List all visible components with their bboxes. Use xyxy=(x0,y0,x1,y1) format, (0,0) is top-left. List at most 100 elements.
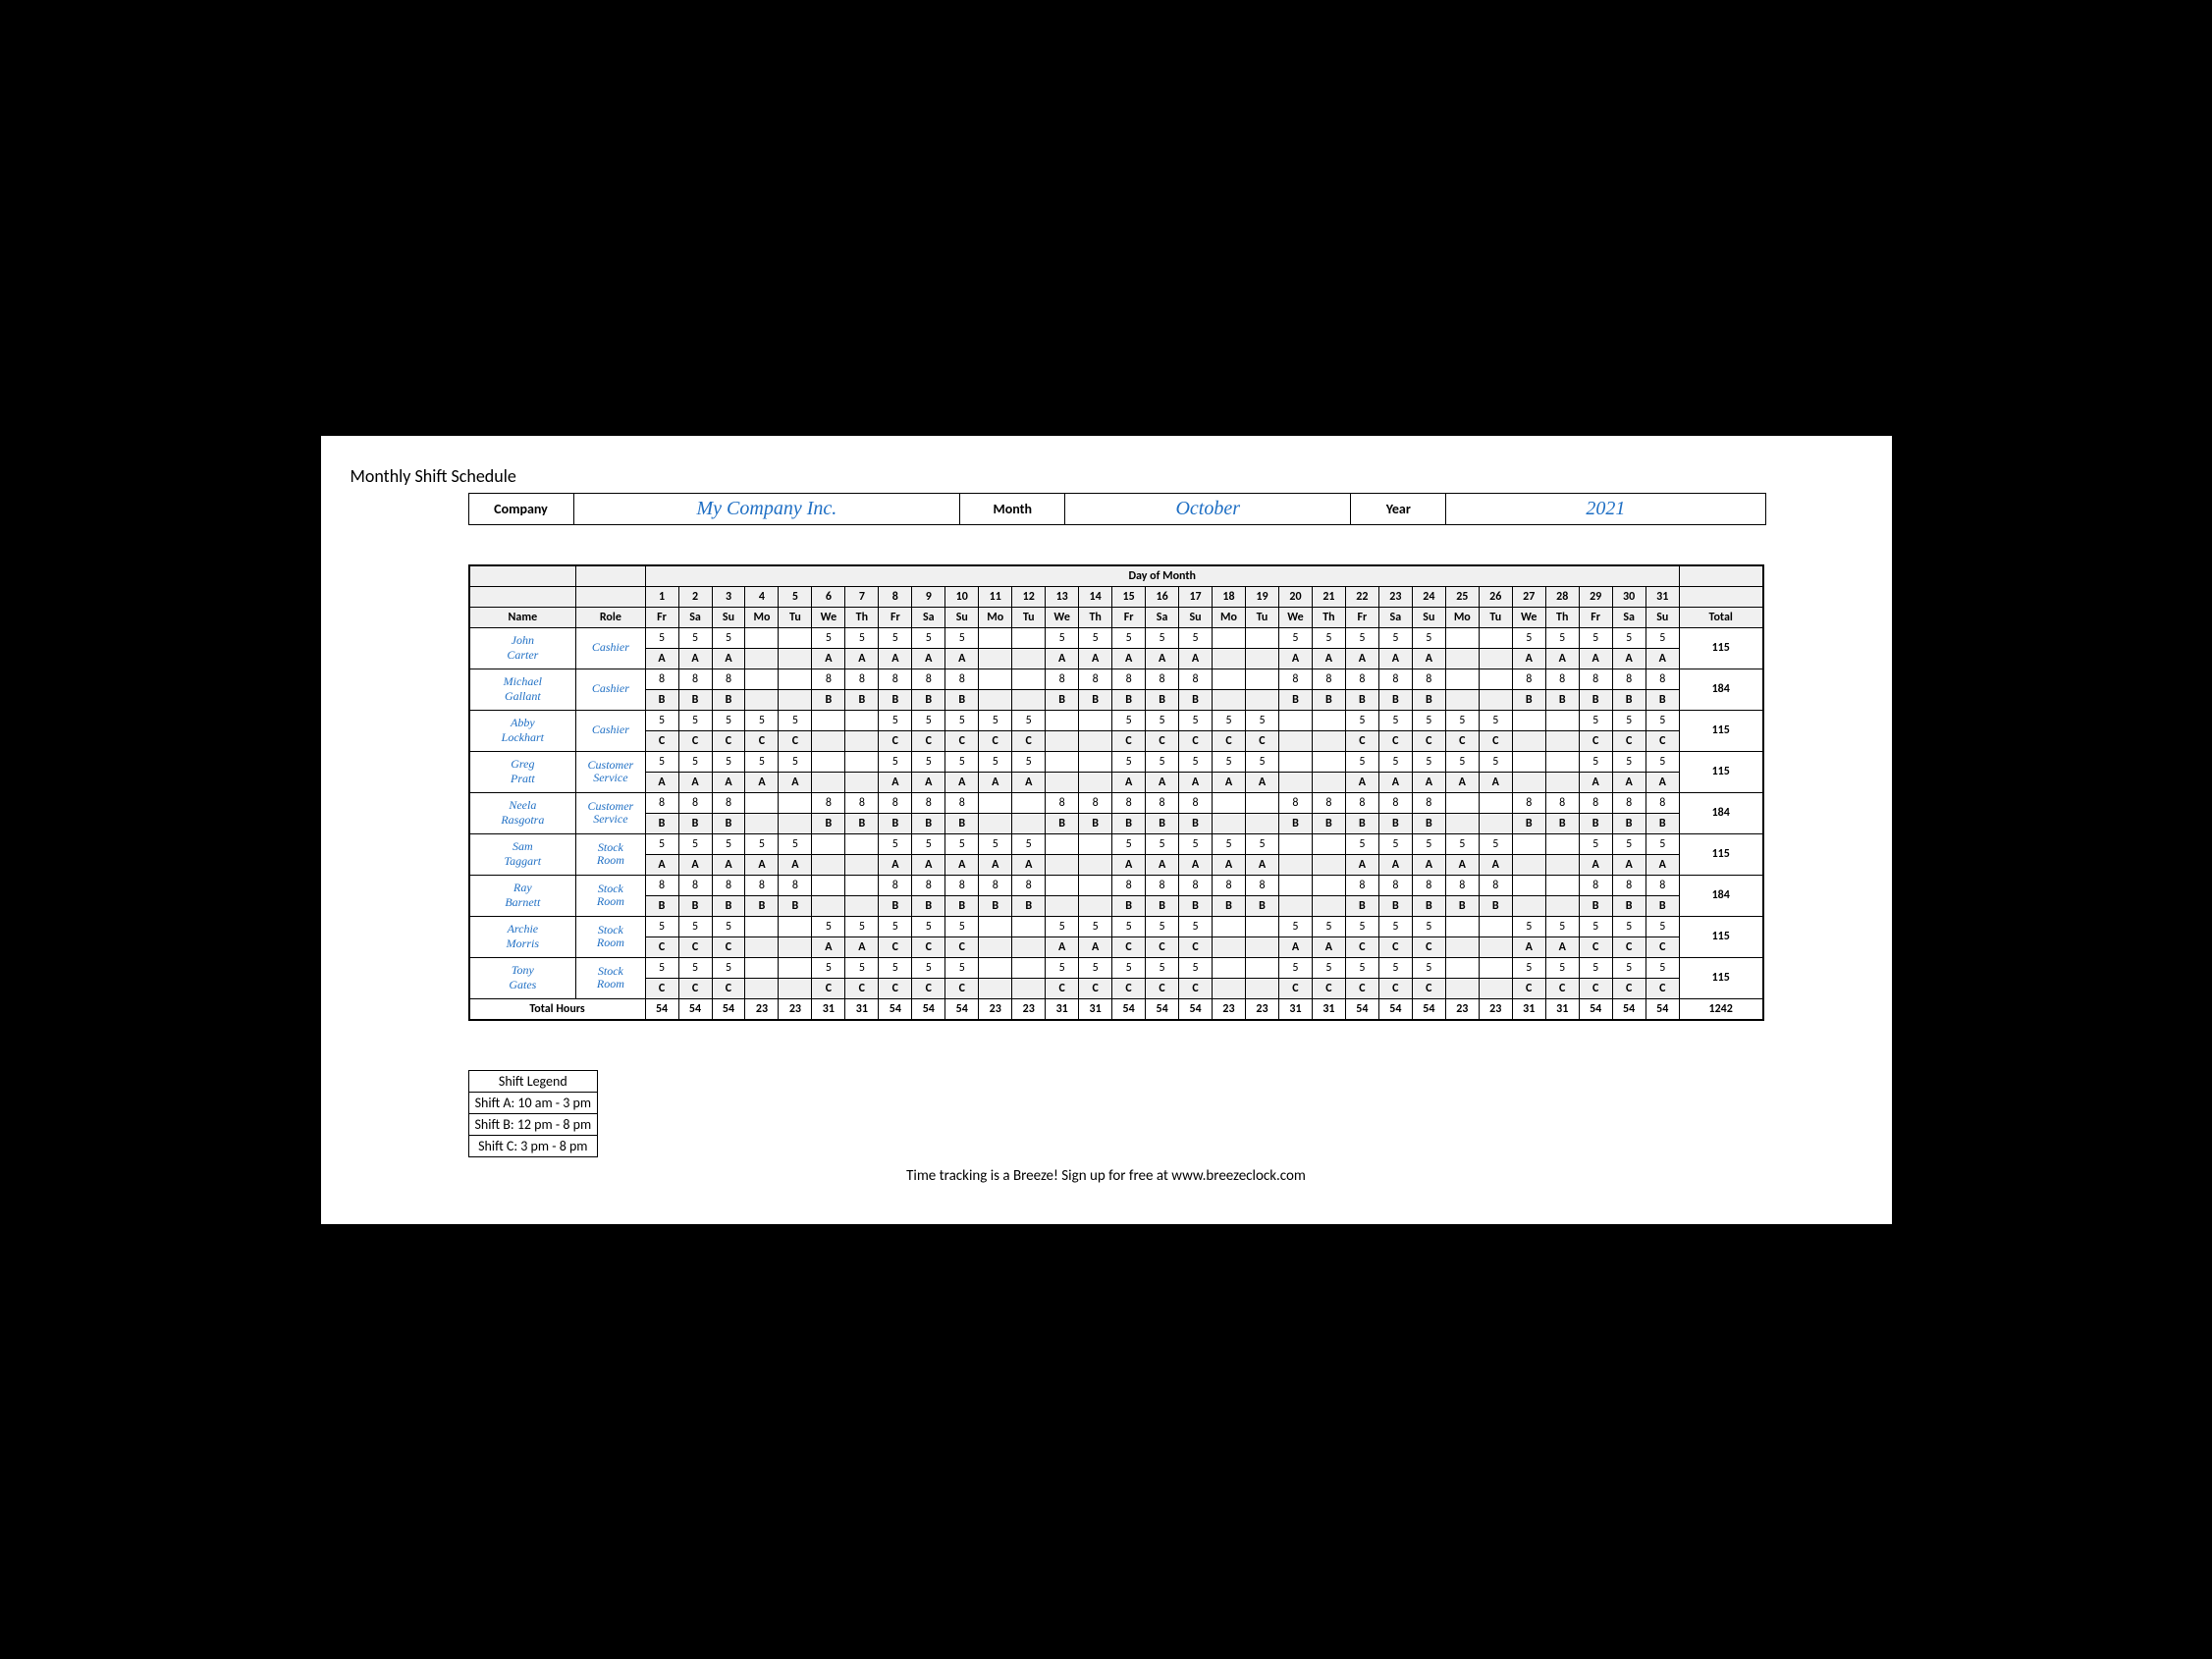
shift-cell: A xyxy=(1579,772,1612,792)
shift-cell: B xyxy=(1378,813,1412,833)
hours-cell: 5 xyxy=(1278,916,1312,937)
shift-cell xyxy=(1479,937,1512,957)
employee-role: StockRoom xyxy=(576,916,645,957)
employee-hours-row: GregPrattCustomerService5555555555555555… xyxy=(469,751,1763,772)
shift-cell: C xyxy=(1512,978,1545,998)
shift-cell xyxy=(779,689,812,710)
hours-cell: 5 xyxy=(1146,710,1179,730)
weekday-header: Sa xyxy=(678,607,712,627)
day-number: 13 xyxy=(1046,586,1079,607)
weekday-header: Th xyxy=(845,607,879,627)
shift-cell xyxy=(1012,813,1046,833)
hours-cell: 5 xyxy=(1412,833,1445,854)
hours-cell xyxy=(812,710,845,730)
shift-cell xyxy=(979,689,1012,710)
column-total: 54 xyxy=(678,998,712,1020)
day-number: 28 xyxy=(1545,586,1579,607)
shift-cell: C xyxy=(879,730,912,751)
shift-cell: A xyxy=(1378,854,1412,875)
day-number: 20 xyxy=(1278,586,1312,607)
column-total: 31 xyxy=(1278,998,1312,1020)
shift-cell: B xyxy=(1278,813,1312,833)
hours-cell xyxy=(1445,792,1479,813)
hours-cell xyxy=(1479,957,1512,978)
shift-cell: B xyxy=(1612,895,1646,916)
hours-cell: 5 xyxy=(1278,957,1312,978)
shift-cell: B xyxy=(1412,895,1445,916)
shift-cell xyxy=(845,854,879,875)
shift-cell xyxy=(845,895,879,916)
shift-cell: B xyxy=(1345,895,1378,916)
hours-cell: 8 xyxy=(779,875,812,895)
shift-cell: B xyxy=(1278,689,1312,710)
shift-cell: C xyxy=(745,730,779,751)
hours-cell xyxy=(1012,916,1046,937)
hours-cell xyxy=(1213,957,1246,978)
hours-cell: 8 xyxy=(812,792,845,813)
hours-cell: 5 xyxy=(812,957,845,978)
hours-cell xyxy=(1213,627,1246,648)
hours-cell: 8 xyxy=(1612,669,1646,689)
hours-cell: 5 xyxy=(645,751,678,772)
hours-cell: 5 xyxy=(1479,833,1512,854)
hours-cell: 5 xyxy=(1479,710,1512,730)
shift-cell xyxy=(1312,772,1345,792)
month-value: October xyxy=(1065,494,1351,524)
hours-cell: 5 xyxy=(779,710,812,730)
document-page: Monthly Shift Schedule Company My Compan… xyxy=(321,436,1892,1224)
shift-cell xyxy=(745,937,779,957)
shift-cell: A xyxy=(678,648,712,669)
shift-cell: B xyxy=(1378,895,1412,916)
hours-cell: 5 xyxy=(1246,833,1279,854)
employee-name: NeelaRasgotra xyxy=(469,792,576,833)
shift-cell: A xyxy=(1312,937,1345,957)
hours-cell: 5 xyxy=(712,833,745,854)
weekday-header: We xyxy=(812,607,845,627)
shift-cell xyxy=(1213,689,1246,710)
weekday-header: Tu xyxy=(1246,607,1279,627)
shift-cell: C xyxy=(1112,730,1146,751)
hours-cell: 8 xyxy=(879,669,912,689)
hours-cell: 5 xyxy=(678,710,712,730)
shift-cell xyxy=(779,937,812,957)
shift-cell: C xyxy=(1612,978,1646,998)
shift-cell xyxy=(1079,772,1112,792)
column-total: 23 xyxy=(1246,998,1279,1020)
shift-cell xyxy=(1213,978,1246,998)
hours-cell: 5 xyxy=(945,957,979,978)
shift-cell: A xyxy=(812,937,845,957)
weekday-header: We xyxy=(1046,607,1079,627)
hours-cell: 5 xyxy=(645,833,678,854)
shift-cell: B xyxy=(1146,813,1179,833)
shift-cell: B xyxy=(1512,813,1545,833)
hours-cell: 5 xyxy=(645,916,678,937)
shift-cell: A xyxy=(1112,648,1146,669)
column-total: 31 xyxy=(1512,998,1545,1020)
shift-cell: C xyxy=(1046,978,1079,998)
day-number: 7 xyxy=(845,586,879,607)
shift-cell xyxy=(979,813,1012,833)
column-total: 23 xyxy=(1012,998,1046,1020)
shift-cell xyxy=(745,648,779,669)
column-total: 23 xyxy=(1479,998,1512,1020)
hours-cell xyxy=(1246,669,1279,689)
shift-cell: B xyxy=(1146,895,1179,916)
hours-cell xyxy=(779,916,812,937)
hours-cell: 5 xyxy=(1445,710,1479,730)
column-total: 31 xyxy=(845,998,879,1020)
hours-cell: 5 xyxy=(1112,957,1146,978)
shift-cell: A xyxy=(1612,854,1646,875)
hours-cell: 8 xyxy=(1378,792,1412,813)
shift-cell: A xyxy=(1545,937,1579,957)
shift-cell: B xyxy=(1445,895,1479,916)
day-number: 24 xyxy=(1412,586,1445,607)
shift-cell: A xyxy=(678,854,712,875)
employee-name: MichaelGallant xyxy=(469,669,576,710)
hours-cell: 5 xyxy=(1579,627,1612,648)
shift-cell: C xyxy=(1545,978,1579,998)
hours-cell xyxy=(779,957,812,978)
hours-cell: 5 xyxy=(1378,957,1412,978)
hours-cell: 5 xyxy=(979,833,1012,854)
weekday-header: Th xyxy=(1312,607,1345,627)
hours-cell: 5 xyxy=(645,627,678,648)
